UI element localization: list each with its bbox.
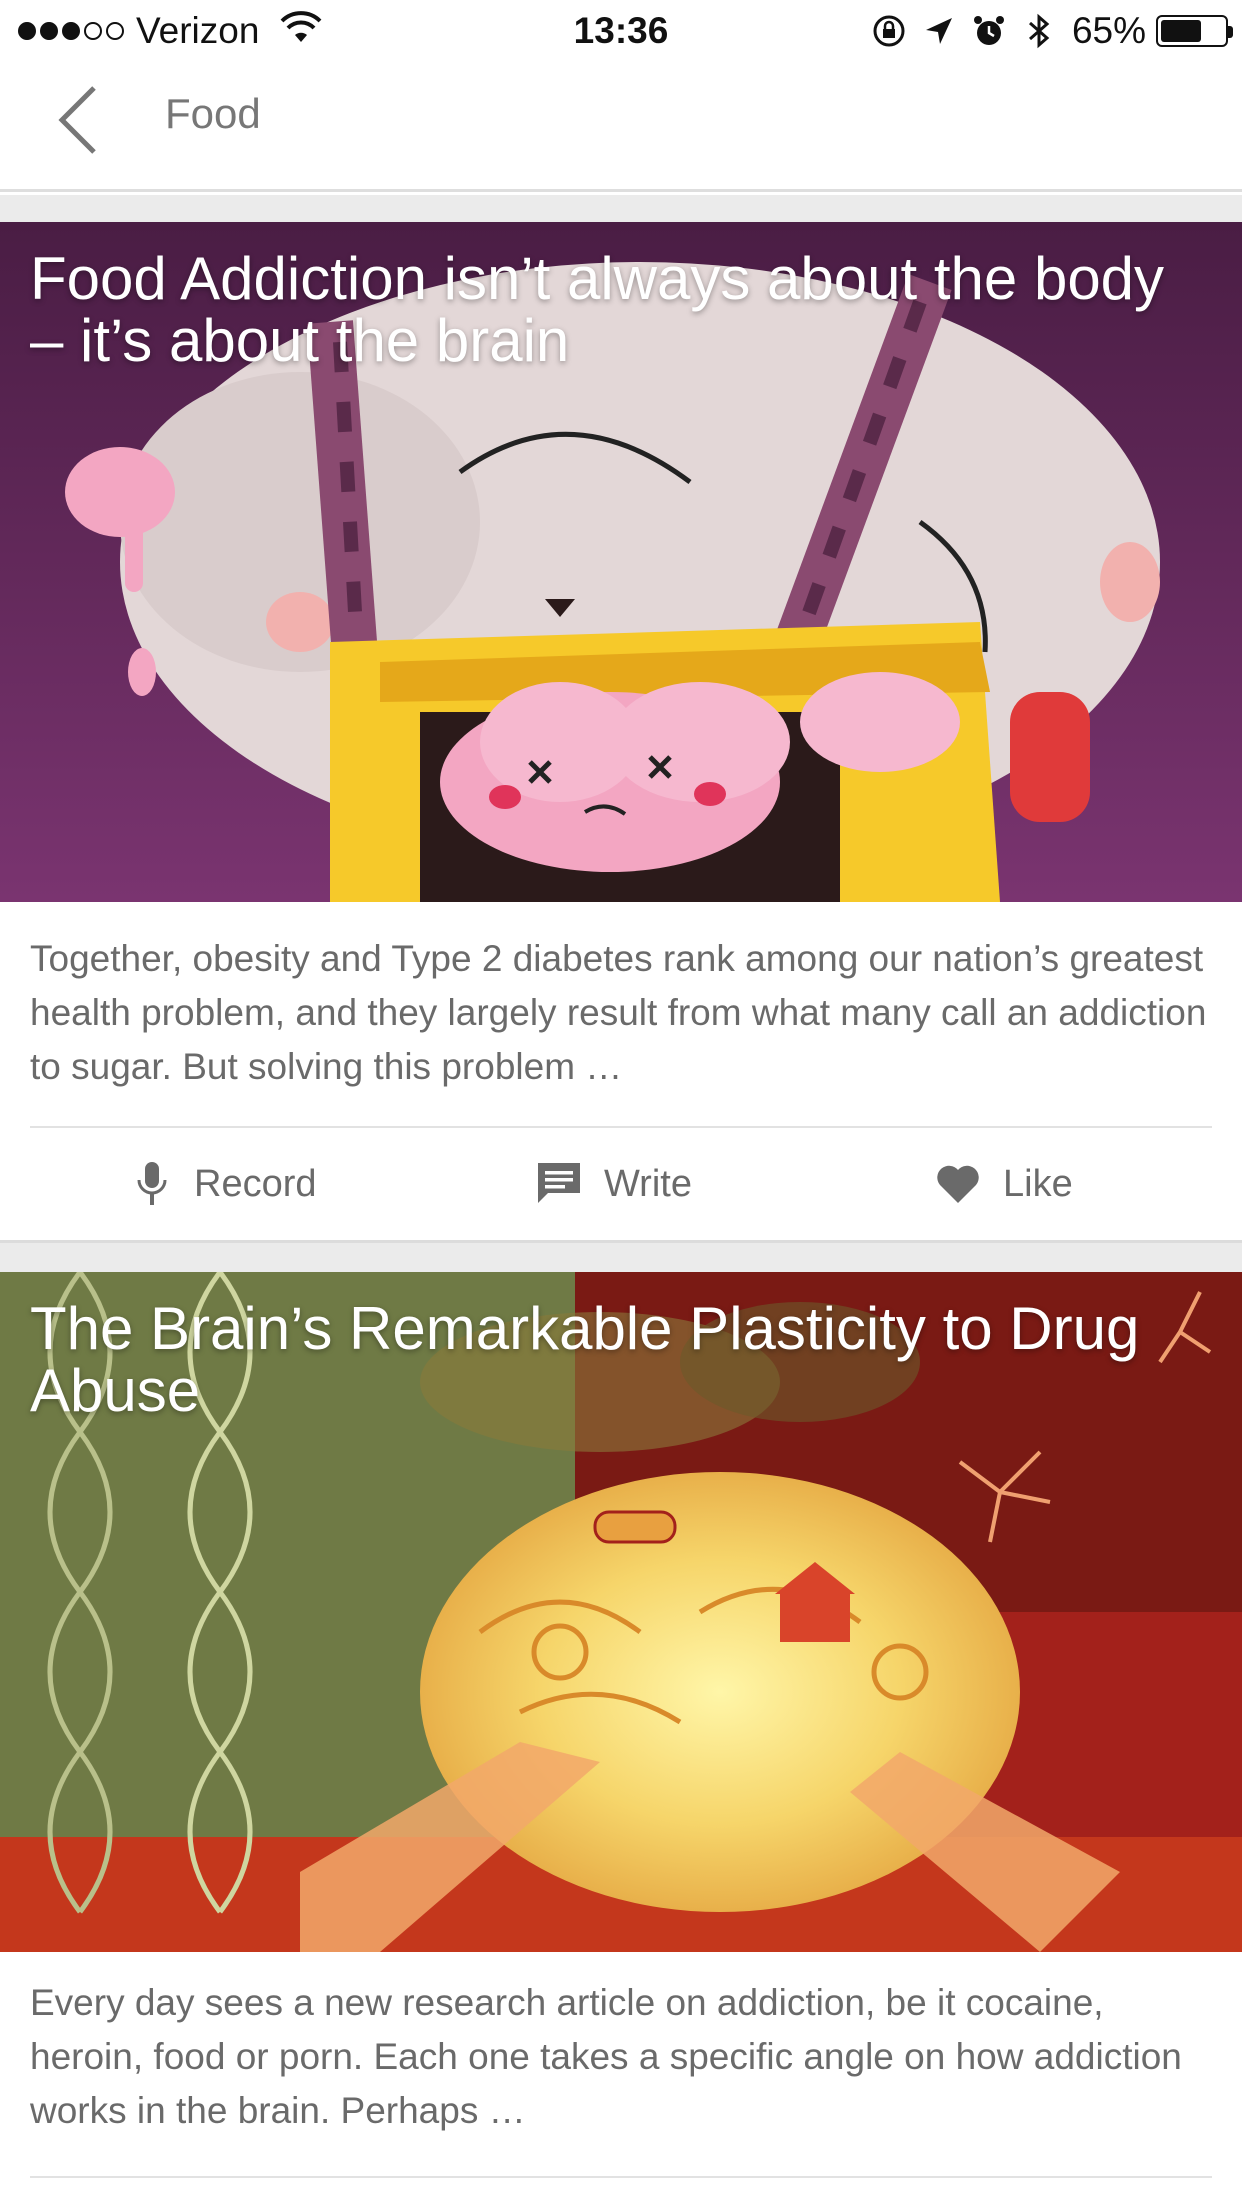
article-excerpt: Together, obesity and Type 2 diabetes ra… <box>30 938 1207 1087</box>
location-arrow-icon <box>925 18 952 44</box>
write-button[interactable]: Write <box>536 1128 692 1240</box>
article-card[interactable]: Food Addiction isn’t always about the bo… <box>0 222 1242 1243</box>
battery-percent: 65% <box>1071 10 1146 51</box>
write-label: Write <box>604 1162 692 1205</box>
article-title[interactable]: Food Addiction isn’t always about the bo… <box>30 248 1210 372</box>
nav-bar: Food <box>0 62 1242 192</box>
article-excerpt: Every day sees a new research article on… <box>30 1982 1182 2131</box>
status-bar: Verizon 13:36 65% <box>0 0 1242 62</box>
card-bottom-border <box>0 1240 1242 1243</box>
article-image[interactable]: The Brain’s Remarkable Plasticity to Dru… <box>0 1272 1242 1952</box>
card-divider <box>30 2176 1212 2178</box>
chevron-left-icon[interactable] <box>50 80 110 160</box>
battery-fill <box>1161 20 1201 42</box>
page-title: Food <box>165 90 261 137</box>
battery-icon <box>1156 15 1233 47</box>
orientation-lock-icon <box>873 15 905 47</box>
bluetooth-icon <box>1028 13 1050 49</box>
card-actions: Record Write Like <box>0 1128 1242 1240</box>
article-image[interactable]: Food Addiction isn’t always about the bo… <box>0 222 1242 902</box>
alarm-icon <box>973 16 1004 45</box>
record-button[interactable]: Record <box>132 1128 317 1240</box>
microphone-icon <box>137 1162 167 1205</box>
article-title[interactable]: The Brain’s Remarkable Plasticity to Dru… <box>30 1298 1210 1422</box>
like-label: Like <box>1003 1162 1073 1205</box>
status-right: 65% <box>858 10 1233 52</box>
comment-icon <box>538 1163 580 1203</box>
article-card[interactable]: The Brain’s Remarkable Plasticity to Dru… <box>0 1272 1242 2208</box>
like-button[interactable]: Like <box>935 1128 1073 1240</box>
battery-tip <box>1228 26 1233 38</box>
record-label: Record <box>194 1162 317 1205</box>
heart-icon <box>937 1165 979 1203</box>
